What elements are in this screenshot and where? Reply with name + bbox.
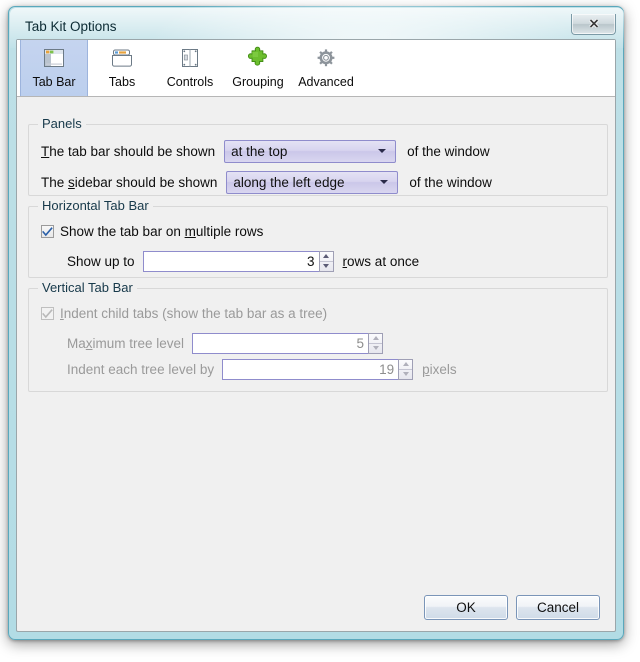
indent-child-tabs-checkbox-row: Indent child tabs (show the tab bar as a… bbox=[41, 306, 327, 321]
triangle-up-icon bbox=[323, 254, 330, 258]
controls-icon bbox=[177, 45, 203, 71]
tab-label: Grouping bbox=[232, 75, 284, 89]
check-icon bbox=[42, 308, 53, 318]
max-tree-level-spinner: 5 bbox=[192, 332, 384, 354]
cancel-button-label: Cancel bbox=[536, 600, 580, 615]
multiple-rows-checkbox[interactable] bbox=[41, 225, 54, 238]
rows-at-once-label: Show up to bbox=[67, 253, 135, 269]
check-icon bbox=[42, 226, 53, 236]
horizontal-tab-bar-group: Horizontal Tab Bar Show the tab bar on m… bbox=[28, 198, 608, 278]
indent-child-tabs-checkbox bbox=[41, 307, 54, 320]
vertical-tab-bar-group: Vertical Tab Bar Indent child tabs (show… bbox=[28, 280, 608, 392]
tab-bar-position-combobox[interactable]: at the top bbox=[224, 139, 397, 163]
rows-at-once-value[interactable]: 3 bbox=[142, 250, 319, 272]
tab-tabs[interactable]: Tabs bbox=[88, 40, 156, 96]
sidebar-position-label: The sidebar should be shown bbox=[41, 174, 218, 190]
indent-pixels-spin-buttons bbox=[398, 358, 414, 380]
tab-label: Tabs bbox=[108, 75, 136, 89]
max-tree-level-value: 5 bbox=[192, 332, 369, 354]
rows-at-once-row: Show up to 3 rows at once bbox=[67, 248, 419, 274]
multiple-rows-checkbox-row[interactable]: Show the tab bar on multiple rows bbox=[41, 224, 263, 239]
window-title: Tab Kit Options bbox=[25, 19, 117, 34]
puzzle-piece-icon bbox=[245, 45, 271, 71]
chevron-down-icon bbox=[378, 149, 387, 153]
tab-label: Controls bbox=[166, 75, 214, 89]
indent-pixels-spinner: 19 bbox=[222, 358, 414, 380]
vertical-tab-bar-group-title: Vertical Tab Bar bbox=[38, 280, 137, 295]
max-tree-level-row: Maximum tree level 5 bbox=[67, 330, 384, 356]
tab-tab-bar[interactable]: Tab Bar bbox=[20, 40, 88, 96]
cancel-button[interactable]: Cancel bbox=[516, 595, 600, 620]
tab-bar-position-suffix: of the window bbox=[407, 143, 490, 159]
spin-up-button[interactable] bbox=[319, 252, 333, 262]
tab-controls[interactable]: Controls bbox=[156, 40, 224, 96]
tab-label: Advanced bbox=[298, 75, 354, 89]
rows-at-once-spin-buttons[interactable] bbox=[318, 250, 334, 272]
panels-group: Panels The tab bar should be shown at th… bbox=[28, 116, 608, 196]
spin-up-button bbox=[399, 360, 413, 370]
tabs-icon bbox=[109, 45, 135, 71]
horizontal-tab-bar-group-title: Horizontal Tab Bar bbox=[38, 198, 153, 213]
max-tree-level-label: Maximum tree level bbox=[67, 335, 185, 351]
multiple-rows-label: Show the tab bar on multiple rows bbox=[60, 224, 264, 239]
spin-down-button[interactable] bbox=[320, 262, 333, 271]
sidebar-position-combobox[interactable]: along the left edge bbox=[226, 170, 399, 194]
options-dialog-window: Tab Kit Options Tab Bar Tabs Controls Gr… bbox=[8, 0, 624, 640]
ok-button[interactable]: OK bbox=[424, 595, 508, 620]
sidebar-position-row: The sidebar should be shown along the le… bbox=[41, 169, 492, 195]
tab-bar-position-value: at the top bbox=[231, 143, 288, 159]
tab-label: Tab Bar bbox=[32, 75, 76, 89]
close-icon bbox=[588, 18, 599, 29]
indent-child-tabs-label: Indent child tabs (show the tab bar as a… bbox=[60, 306, 328, 321]
rows-at-once-spinner[interactable]: 3 bbox=[142, 250, 334, 272]
indent-pixels-suffix: pixels bbox=[422, 361, 457, 377]
spin-down-button bbox=[399, 370, 412, 379]
rows-at-once-suffix: rows at once bbox=[342, 253, 420, 269]
tab-bar-position-label: The tab bar should be shown bbox=[41, 143, 216, 159]
title-bar: Tab Kit Options bbox=[16, 14, 616, 39]
indent-pixels-row: Indent each tree level by 19 pixels bbox=[67, 356, 457, 382]
spin-up-button bbox=[369, 334, 383, 344]
tab-bar-icon bbox=[41, 45, 67, 71]
triangle-up-icon bbox=[372, 336, 379, 340]
tab-grouping[interactable]: Grouping bbox=[224, 40, 292, 96]
tab-strip: Tab Bar Tabs Controls Grouping Advanced bbox=[17, 40, 615, 97]
gear-icon bbox=[313, 45, 339, 71]
tab-advanced[interactable]: Advanced bbox=[292, 40, 360, 96]
triangle-down-icon bbox=[402, 372, 409, 376]
spin-down-button bbox=[369, 344, 382, 353]
indent-pixels-label: Indent each tree level by bbox=[67, 361, 215, 377]
triangle-up-icon bbox=[402, 362, 409, 366]
ok-button-label: OK bbox=[456, 600, 476, 615]
chevron-down-icon bbox=[380, 180, 389, 184]
indent-pixels-value: 19 bbox=[222, 358, 399, 380]
panels-group-title: Panels bbox=[38, 116, 86, 131]
tab-bar-position-row: The tab bar should be shown at the top o… bbox=[41, 138, 490, 164]
triangle-down-icon bbox=[323, 264, 330, 268]
sidebar-position-suffix: of the window bbox=[409, 174, 492, 190]
max-tree-level-spin-buttons bbox=[368, 332, 384, 354]
sidebar-position-value: along the left edge bbox=[233, 174, 345, 190]
triangle-down-icon bbox=[372, 346, 379, 350]
close-button[interactable] bbox=[571, 14, 616, 35]
dialog-client-area: Tab Bar Tabs Controls Grouping Advanced … bbox=[16, 39, 616, 632]
